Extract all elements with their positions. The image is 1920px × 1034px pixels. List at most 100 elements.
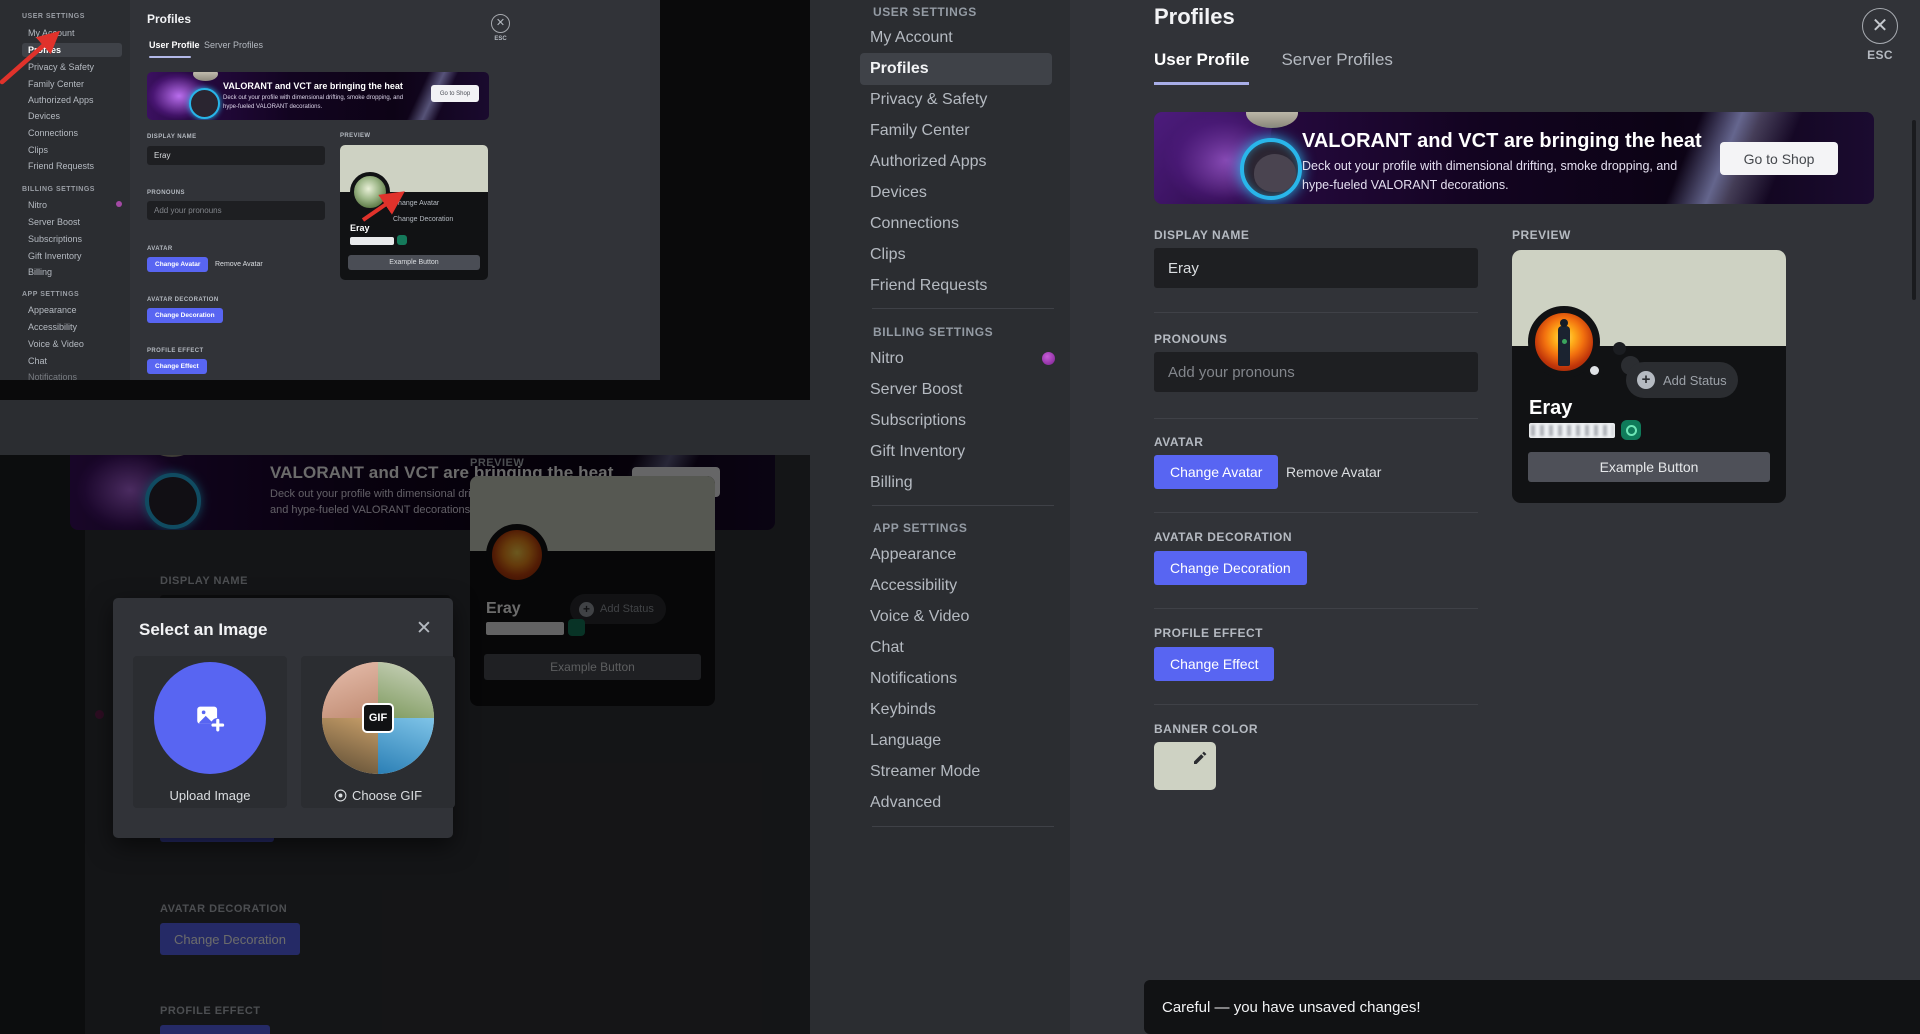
inset-avatar-decoration-label: AVATAR DECORATION <box>147 297 219 303</box>
inset-ufo-icon <box>193 72 218 81</box>
inset-item-billing: Billing <box>28 267 53 277</box>
preview-username-redacted <box>1529 423 1615 438</box>
inset-go-to-shop-button: Go to Shop <box>431 85 479 102</box>
upload-image-label: Upload Image <box>169 787 251 803</box>
settings-window: USER SETTINGS My Account Profiles Privac… <box>810 0 1920 1034</box>
inset-preview-badge <box>397 235 407 245</box>
sidebar-item-label: Connections <box>870 215 959 232</box>
banner-color-swatch[interactable] <box>1154 742 1216 790</box>
sidebar-item-appearance[interactable]: Appearance <box>860 539 1052 571</box>
sidebar-item-connections[interactable]: Connections <box>860 208 1052 240</box>
choose-gif-option[interactable]: GIF Choose GIF <box>301 656 455 808</box>
display-name-label: DISPLAY NAME <box>1154 228 1250 242</box>
remove-avatar-button[interactable]: Remove Avatar <box>1286 455 1381 489</box>
pronouns-label: PRONOUNS <box>1154 332 1228 346</box>
background-change-effect-button: Change Effect <box>160 1025 271 1034</box>
promo-title: VALORANT and VCT are bringing the heat <box>1302 130 1702 152</box>
background-sidebar <box>0 455 85 1034</box>
sidebar-item-label: Gift Inventory <box>870 443 966 460</box>
inset-context-change-avatar: Change Avatar <box>393 200 440 207</box>
banner-color-label: BANNER COLOR <box>1154 722 1258 736</box>
display-name-input[interactable] <box>1154 248 1478 288</box>
sidebar-item-friend-requests[interactable]: Friend Requests <box>860 270 1052 302</box>
background-avatar-decoration-label: AVATAR DECORATION <box>160 903 288 915</box>
sidebar-item-authorized-apps[interactable]: Authorized Apps <box>860 146 1052 178</box>
change-avatar-button[interactable]: Change Avatar <box>1154 455 1279 489</box>
close-icon[interactable]: ✕ <box>413 618 435 640</box>
sidebar-item-clips[interactable]: Clips <box>860 239 1052 271</box>
inset-item-family: Family Center <box>28 79 85 89</box>
inset-item-friend-requests: Friend Requests <box>28 161 95 171</box>
background-rail-strip <box>0 400 810 455</box>
sidebar-item-label: Keybinds <box>870 701 936 718</box>
sidebar-item-subscriptions[interactable]: Subscriptions <box>860 405 1052 437</box>
settings-sidebar: USER SETTINGS My Account Profiles Privac… <box>810 0 1070 1034</box>
content-scrollbar[interactable] <box>1912 120 1916 300</box>
change-decoration-button[interactable]: Change Decoration <box>1154 551 1307 585</box>
sidebar-item-my-account[interactable]: My Account <box>860 22 1052 54</box>
sidebar-item-label: Subscriptions <box>870 412 967 429</box>
inset-item-nitro: Nitro <box>28 200 48 210</box>
presence-status-indicator <box>1584 360 1604 380</box>
go-to-shop-button[interactable]: Go to Shop <box>1720 142 1838 175</box>
inset-item-authorized-apps: Authorized Apps <box>28 95 94 105</box>
sidebar-item-label: Profiles <box>870 60 929 77</box>
sidebar-item-label: Friend Requests <box>870 277 988 294</box>
sidebar-item-label: Appearance <box>870 546 957 563</box>
sidebar-item-chat[interactable]: Chat <box>860 632 1052 664</box>
profile-preview-card: + Add Status Eray Example Button <box>1512 250 1786 503</box>
sidebar-item-accessibility[interactable]: Accessibility <box>860 570 1052 602</box>
inset-group-header-app: APP SETTINGS <box>22 291 80 298</box>
valorant-promo-banner: VALORANT and VCT are bringing the heat D… <box>1154 112 1874 204</box>
sidebar-group-header-app-settings: APP SETTINGS <box>873 521 968 535</box>
sidebar-item-family-center[interactable]: Family Center <box>860 115 1052 147</box>
background-nitro-badge-icon <box>95 710 104 719</box>
sidebar-item-keybinds[interactable]: Keybinds <box>860 694 1052 726</box>
inset-example-button: Example Button <box>348 255 480 270</box>
tab-server-profiles[interactable]: Server Profiles <box>1281 50 1392 85</box>
sidebar-divider-3 <box>872 826 1054 827</box>
sidebar-divider-2 <box>872 505 1054 506</box>
sidebar-item-streamer-mode[interactable]: Streamer Mode <box>860 756 1052 788</box>
sidebar-item-nitro[interactable]: Nitro <box>860 343 1052 375</box>
sidebar-item-voice-video[interactable]: Voice & Video <box>860 601 1052 633</box>
sidebar-item-advanced[interactable]: Advanced <box>860 787 1052 819</box>
divider-decoration <box>1154 608 1478 609</box>
plus-circle-icon: + <box>579 601 594 617</box>
avatar-ring-decoration <box>145 473 201 529</box>
avatar-ring-decoration <box>1240 138 1302 200</box>
sidebar-item-devices[interactable]: Devices <box>860 177 1052 209</box>
add-status-button[interactable]: + Add Status <box>1626 362 1738 398</box>
inset-item-accessibility: Accessibility <box>28 322 78 332</box>
tab-user-profile[interactable]: User Profile <box>1154 50 1250 85</box>
pronouns-input[interactable] <box>1154 352 1478 392</box>
background-add-status-pill: + Add Status <box>570 594 666 624</box>
sidebar-item-billing[interactable]: Billing <box>860 467 1052 499</box>
inset-item-privacy: Privacy & Safety <box>28 62 95 72</box>
inset-item-notifications: Notifications <box>28 372 78 380</box>
upload-image-option[interactable]: Upload Image <box>133 656 287 808</box>
sidebar-item-language[interactable]: Language <box>860 725 1052 757</box>
background-change-decoration-button: Change Decoration <box>160 923 301 955</box>
change-effect-button[interactable]: Change Effect <box>1154 647 1275 681</box>
sidebar-item-gift-inventory[interactable]: Gift Inventory <box>860 436 1052 468</box>
sidebar-item-label: Server Boost <box>870 381 963 398</box>
inset-esc-label: ESC <box>494 36 507 42</box>
sidebar-item-privacy-safety[interactable]: Privacy & Safety <box>860 84 1052 116</box>
sidebar-item-server-boost[interactable]: Server Boost <box>860 374 1052 406</box>
sidebar-item-label: Chat <box>870 639 904 656</box>
inset-item-gift-inventory: Gift Inventory <box>28 251 82 261</box>
background-preview-badge <box>568 619 585 636</box>
sidebar-item-notifications[interactable]: Notifications <box>860 663 1052 695</box>
close-settings-button[interactable]: ✕ ESC <box>1860 8 1900 62</box>
gif-icon: GIF <box>362 702 394 733</box>
sidebar-item-label: Nitro <box>870 350 904 367</box>
screenshot-root: VALORANT and VCT are bringing the heat D… <box>0 0 1920 1034</box>
divider-avatar <box>1154 512 1478 513</box>
inset-preview-avatar <box>350 172 390 212</box>
inset-change-effect-button: Change Effect <box>147 359 207 374</box>
ufo-icon <box>150 455 194 457</box>
sidebar-item-profiles[interactable]: Profiles <box>860 53 1052 85</box>
inset-avatar-ring-decoration <box>189 88 220 119</box>
example-button[interactable]: Example Button <box>1528 452 1770 482</box>
